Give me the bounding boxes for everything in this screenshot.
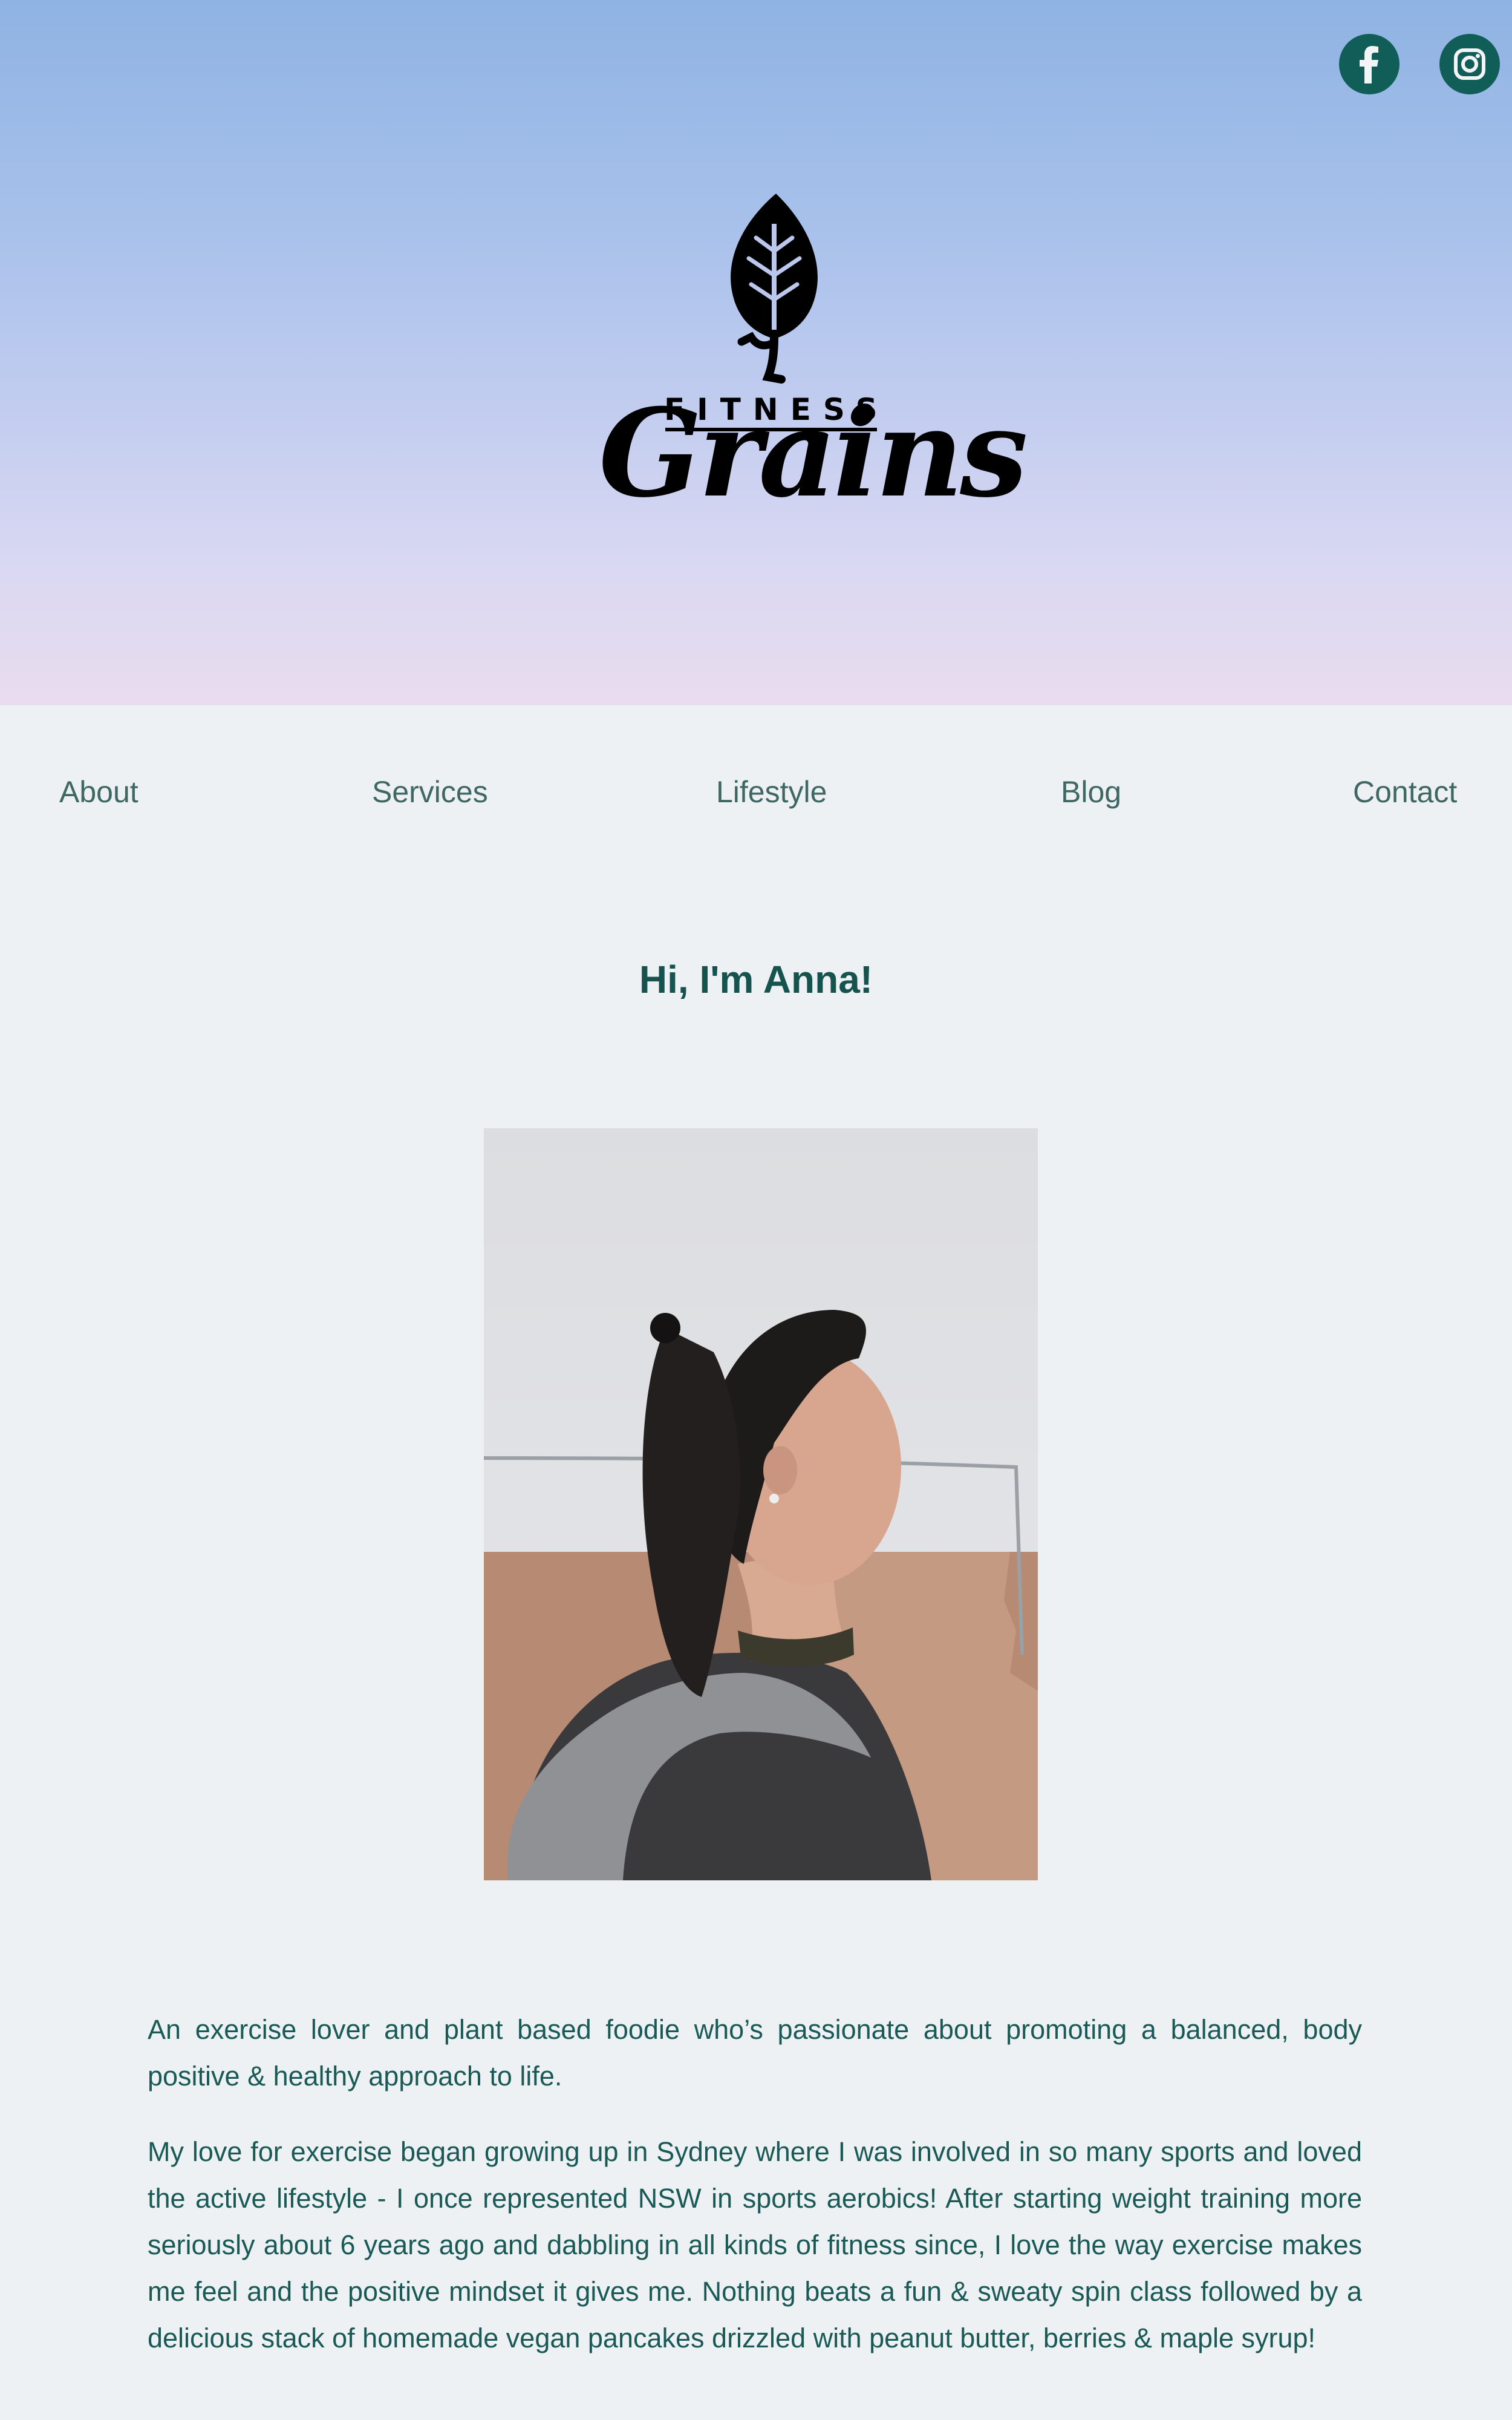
facebook-icon[interactable] [1339, 34, 1400, 94]
nav-contact[interactable]: Contact [1353, 774, 1457, 809]
profile-photo [484, 1128, 1038, 1880]
nav-about[interactable]: About [59, 774, 138, 809]
hero-banner: FITNESS Grains [0, 0, 1512, 705]
logo-wordmark-script: Grains [599, 382, 1028, 525]
nav-services[interactable]: Services [372, 774, 488, 809]
page-title: Hi, I'm Anna! [639, 958, 873, 1001]
instagram-icon[interactable] [1439, 34, 1500, 94]
bio-paragraph: My love for exercise began growing up in… [148, 2136, 1362, 2353]
intro-paragraph: An exercise lover and plant based foodie… [148, 2014, 1362, 2091]
nav-blog[interactable]: Blog [1061, 774, 1121, 809]
nav-lifestyle[interactable]: Lifestyle [716, 774, 827, 809]
